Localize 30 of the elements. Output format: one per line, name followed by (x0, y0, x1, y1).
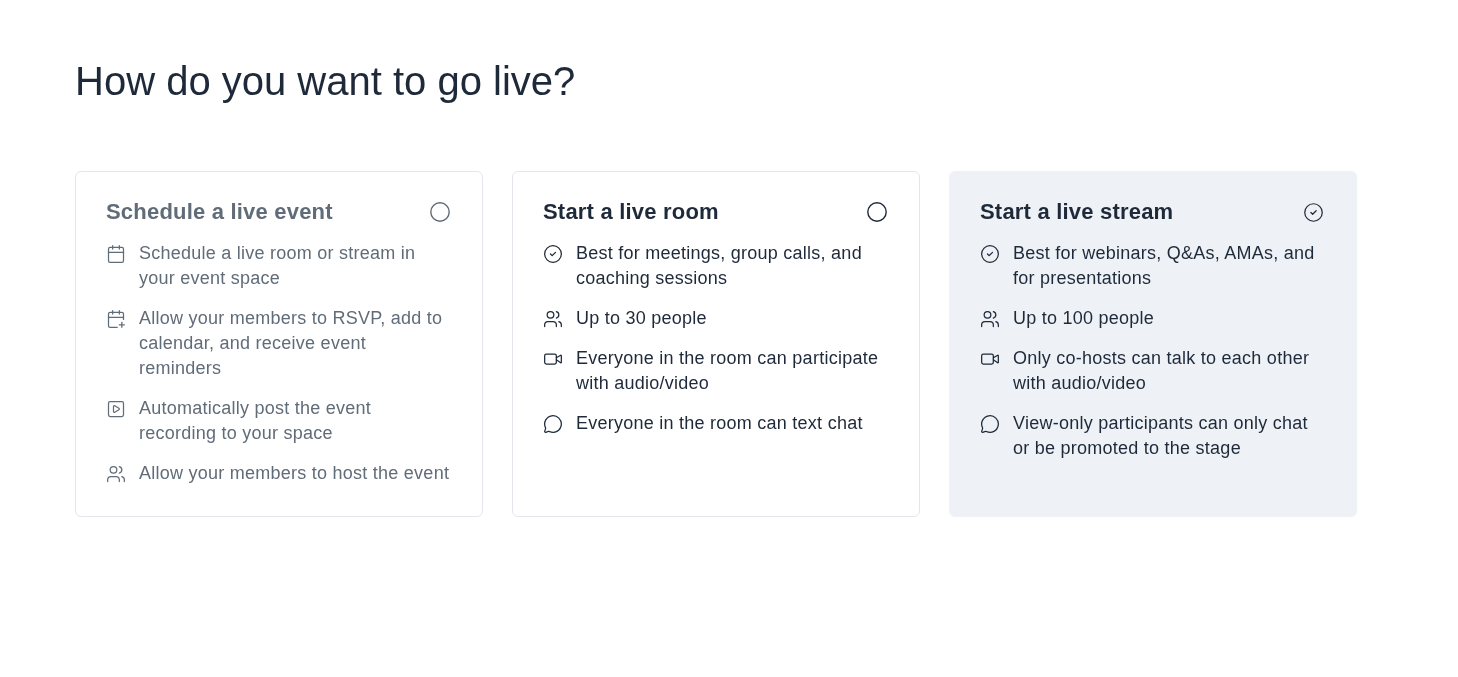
feature-text: Best for webinars, Q&As, AMAs, and for presentations (1013, 242, 1316, 290)
option-card[interactable] (949, 171, 1357, 517)
feature-text: Up to 30 people (576, 307, 707, 330)
selected-radio-icon[interactable] (1303, 201, 1324, 223)
feature-text: Up to 100 people (1013, 307, 1155, 330)
option-title: Schedule a live event (106, 198, 333, 226)
people-icon (543, 308, 563, 329)
feature-text: Schedule a live room or stream in your event space (139, 242, 417, 290)
page-heading: How do you want to go live? (75, 58, 576, 105)
radio-icon[interactable] (867, 202, 887, 222)
speech-bubble-icon (980, 413, 1000, 434)
play-square-icon (106, 398, 126, 419)
feature-text: Everyone in the room can text chat (576, 412, 863, 435)
people-icon (106, 463, 126, 484)
calendar-icon (106, 243, 126, 264)
feature-text: Only co-hosts can talk to each other with audio/video (1013, 347, 1311, 395)
feature-text: View-only participants can only chat or be promoted to the stage (1013, 412, 1309, 460)
people-icon (980, 308, 1000, 329)
feature-text: Everyone in the room can participate with audio/video (576, 347, 880, 395)
feature-text: Best for meetings, group calls, and coaching sessions (576, 242, 863, 290)
feature-text: Allow your members to host the event (139, 462, 450, 485)
calendar-plus-icon (106, 308, 126, 329)
feature-text: Automatically post the event recording to your space (139, 397, 373, 445)
check-circle-icon (543, 243, 563, 264)
option-title: Start a live stream (980, 198, 1174, 226)
option-card[interactable]: Start a live room Best for meetings, group calls, and coaching sessions Up to 30 people Everyone in the room can participate with audio/video Everyone in the room can text chat (512, 171, 920, 517)
speech-bubble-icon (543, 413, 563, 434)
check-circle-icon (980, 243, 1000, 264)
feature-text: Allow your members to RSVP, add to calendar, and receive event reminders (139, 307, 444, 380)
option-title: Start a live room (543, 198, 719, 226)
